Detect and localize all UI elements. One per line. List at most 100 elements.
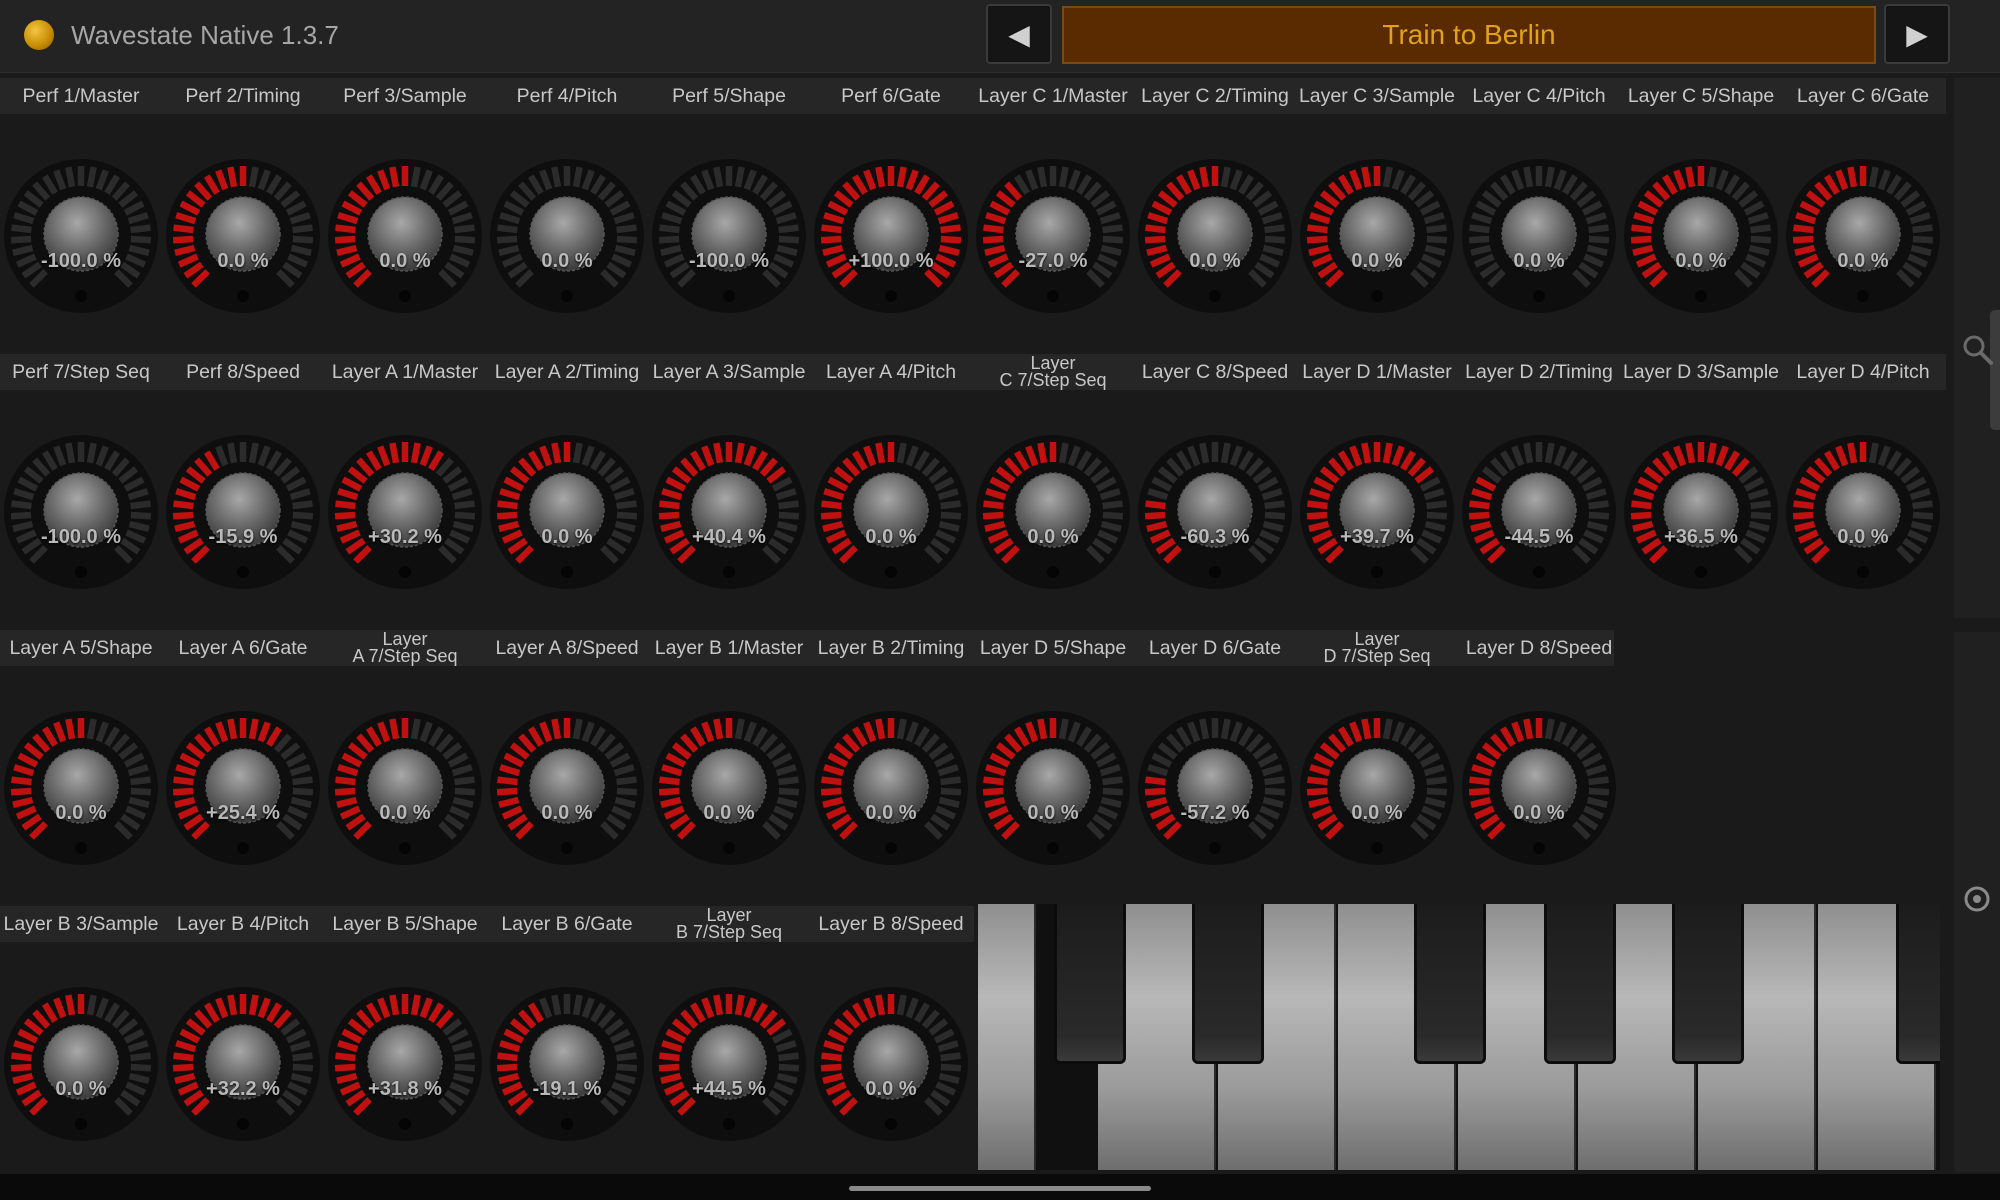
knob-segment-lit (335, 1052, 356, 1062)
knob-dial[interactable] (811, 432, 971, 592)
knob-dial[interactable] (649, 432, 809, 592)
knob-segment-lit (389, 718, 400, 740)
preset-name-display[interactable]: Train to Berlin (1062, 6, 1876, 64)
knob-segment (940, 1063, 962, 1072)
knob-dial[interactable] (1783, 156, 1943, 316)
knob-dial[interactable] (1621, 432, 1781, 592)
knob-segment (940, 787, 962, 796)
search-icon[interactable] (1960, 332, 1994, 366)
scroll-handle[interactable] (1990, 310, 2000, 430)
knob-dial[interactable] (163, 156, 323, 316)
knob-value: 0.0 % (541, 802, 593, 824)
knob-pointer-dot (399, 1118, 411, 1130)
knob-segment (1058, 718, 1069, 740)
knob-segment (1750, 235, 1772, 244)
knob-pointer-dot (723, 566, 735, 578)
knob-segment (778, 1052, 799, 1062)
knob-dial[interactable] (649, 984, 809, 1144)
knob-segment (454, 776, 475, 786)
home-indicator[interactable] (849, 1186, 1151, 1191)
knob-dial[interactable] (1135, 156, 1295, 316)
knob-segment-lit (497, 776, 518, 786)
knob-segment (940, 500, 961, 510)
black-key[interactable] (1054, 904, 1126, 1064)
knob-segment (86, 994, 97, 1016)
black-key[interactable] (1672, 904, 1744, 1064)
knob-dial[interactable] (163, 708, 323, 868)
knob-value: 0.0 % (55, 802, 107, 824)
knob-dial[interactable] (1135, 708, 1295, 868)
knob-value: 0.0 % (1351, 250, 1403, 272)
next-preset-button[interactable]: ▶ (1884, 4, 1950, 64)
black-key[interactable] (1414, 904, 1486, 1064)
knob-dial[interactable] (649, 156, 809, 316)
knob-label: Layer D 5/Shape (979, 636, 1127, 659)
knob-dial[interactable] (487, 156, 647, 316)
knob-segment (1468, 235, 1490, 244)
piano-keyboard[interactable] (978, 904, 1940, 1170)
knob-segment-lit (1793, 224, 1814, 234)
knob-dial[interactable] (1, 432, 161, 592)
knob-dial[interactable] (1, 984, 161, 1144)
knob-label-text: Layer B 7/Step Seq (676, 906, 782, 941)
knob-control: Layer B 6/Gate -19.1 % (486, 906, 648, 1182)
knob-dial[interactable] (649, 708, 809, 868)
knob-value: 0.0 % (1675, 250, 1727, 272)
knob-segment (1912, 500, 1933, 510)
knob-dial[interactable] (325, 984, 485, 1144)
knob-segment (896, 442, 907, 464)
knob-dial[interactable] (325, 708, 485, 868)
knob-dial[interactable] (1, 156, 161, 316)
knob-dial[interactable] (811, 708, 971, 868)
knob-label: Layer B 2/Timing (817, 636, 965, 659)
knob-segment (11, 224, 32, 234)
knob-dial[interactable] (1459, 156, 1619, 316)
knob-segment-lit (659, 1052, 680, 1062)
knob-segment-lit (1468, 511, 1490, 520)
knob-dial[interactable] (1297, 432, 1457, 592)
knob-dial[interactable] (163, 984, 323, 1144)
knob-segment (734, 166, 745, 188)
knob-segment-lit (659, 500, 680, 510)
knob-dial[interactable] (1297, 156, 1457, 316)
knob-segment-lit (713, 442, 724, 464)
knob-dial[interactable] (325, 156, 485, 316)
knob-dial[interactable] (325, 432, 485, 592)
knob-dial[interactable] (973, 432, 1133, 592)
black-key[interactable] (1544, 904, 1616, 1064)
knob-label: Layer B 5/Shape (332, 912, 478, 935)
knob-dial[interactable] (487, 708, 647, 868)
knob-dial[interactable] (1783, 432, 1943, 592)
knob-segment-lit (1469, 776, 1490, 786)
knob-label: Perf 1/Master (22, 84, 140, 107)
knob-dial[interactable] (1, 708, 161, 868)
knob-pointer-dot (1371, 842, 1383, 854)
knob-value: +100.0 % (848, 250, 934, 272)
knob-dial[interactable] (811, 984, 971, 1144)
knob-dial[interactable] (1135, 432, 1295, 592)
knob-segment-lit (659, 776, 680, 786)
target-icon[interactable] (1962, 884, 1992, 914)
white-key[interactable] (978, 904, 1036, 1170)
knob-dial[interactable] (973, 156, 1133, 316)
knob-pointer-dot (399, 290, 411, 302)
knob-segment-lit (334, 235, 356, 244)
black-key[interactable] (1192, 904, 1264, 1064)
knob-dial[interactable] (1621, 156, 1781, 316)
knob-dial[interactable] (811, 156, 971, 316)
knob-dial[interactable] (163, 432, 323, 592)
knob-control: Layer D 8/Speed 0.0 % (1458, 630, 1620, 906)
knob-segment (572, 718, 583, 740)
black-key[interactable] (1896, 904, 1940, 1064)
knob-dial[interactable] (973, 708, 1133, 868)
knob-dial[interactable] (1297, 708, 1457, 868)
knob-value: 0.0 % (865, 526, 917, 548)
knob-segment-lit (1307, 500, 1328, 510)
knob-dial[interactable] (1459, 432, 1619, 592)
knob-dial[interactable] (487, 432, 647, 592)
knob-dial[interactable] (487, 984, 647, 1144)
knob-pointer-dot (1209, 566, 1221, 578)
knob-segment-lit (982, 235, 1004, 244)
knob-dial[interactable] (1459, 708, 1619, 868)
previous-preset-button[interactable]: ◀ (986, 4, 1052, 64)
